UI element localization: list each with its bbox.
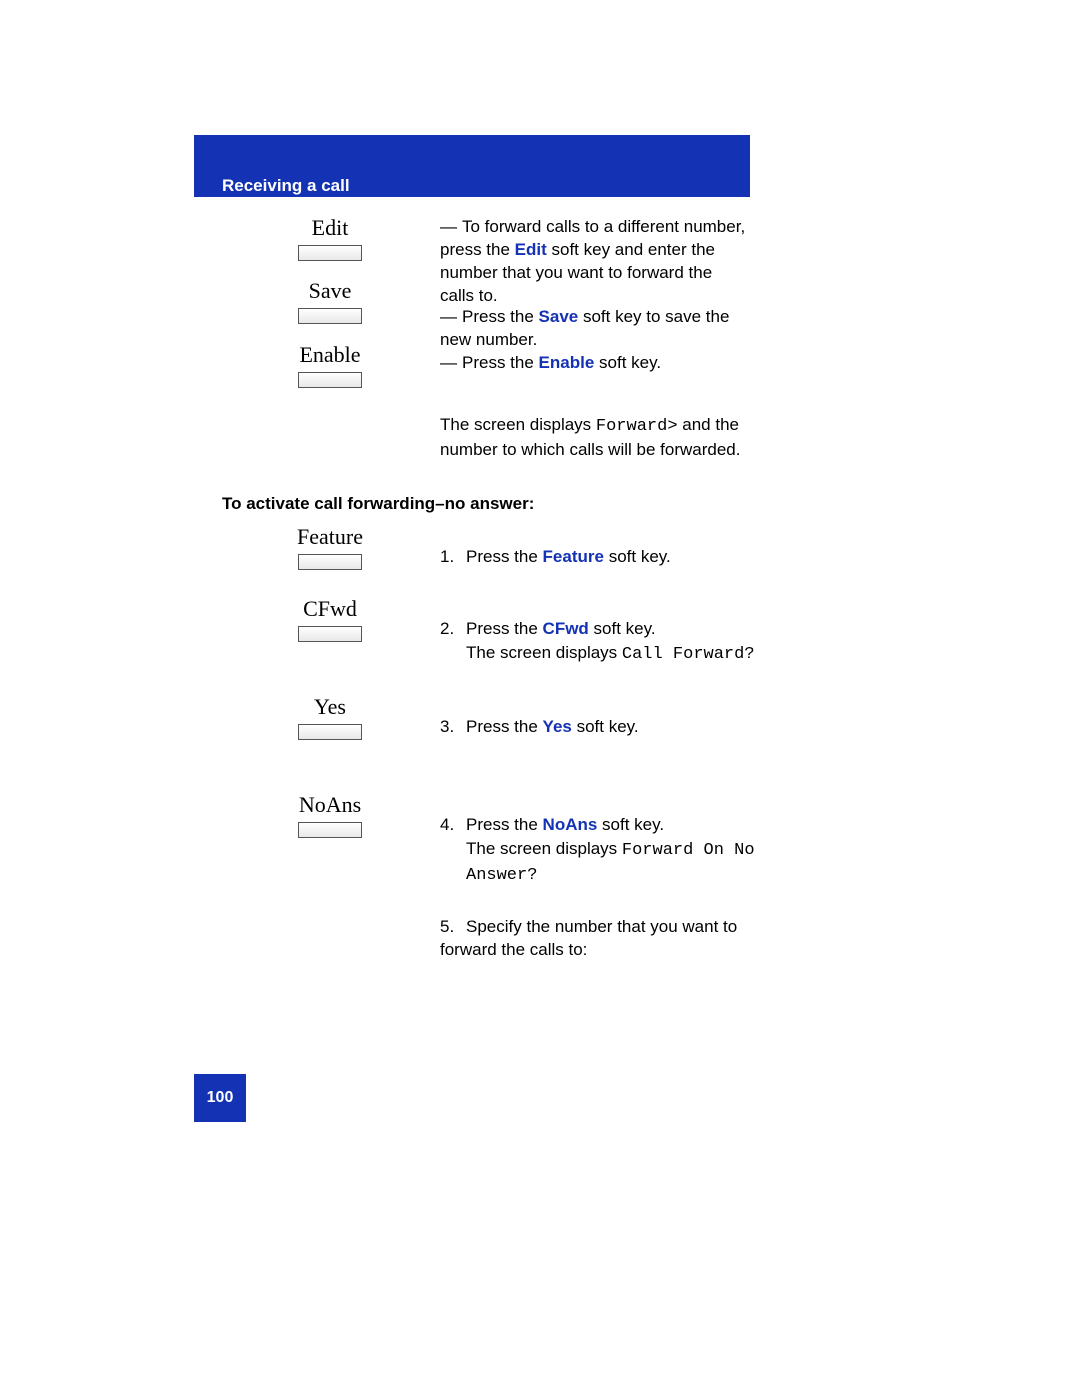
screen-note-pre: The screen displays [440, 415, 596, 434]
step-3: 3.Press the Yes soft key. [440, 716, 750, 739]
softkey-enable-box [298, 372, 362, 388]
step-1: 1.Press the Feature soft key. [440, 546, 750, 569]
manual-page: Receiving a call Edit Save Enable —To fo… [0, 0, 1080, 1397]
step-2-screen-pre: The screen displays [466, 643, 622, 662]
page-number-box: 100 [194, 1074, 246, 1122]
step-3-post: soft key. [572, 717, 639, 736]
bullet-enable-key: Enable [539, 353, 595, 372]
step-5-num: 5. [440, 916, 466, 939]
softkey-edit-label: Edit [290, 215, 370, 241]
softkey-cfwd-label: CFwd [290, 596, 370, 622]
bullet-save: —Press the Save soft key to save the new… [440, 306, 750, 352]
bullet-save-key: Save [539, 307, 579, 326]
softkey-yes-box [298, 724, 362, 740]
header-title: Receiving a call [222, 176, 350, 196]
softkey-cfwd: CFwd [290, 596, 370, 642]
step-2: 2.Press the CFwd soft key. [440, 618, 750, 641]
screen-note: The screen displays Forward> and the num… [440, 414, 760, 462]
softkey-cfwd-box [298, 626, 362, 642]
softkey-noans: NoAns [290, 792, 370, 838]
softkey-yes: Yes [290, 694, 370, 740]
step-5-text: Specify the number that you want to forw… [440, 917, 737, 959]
softkey-save: Save [290, 278, 370, 324]
softkey-yes-label: Yes [290, 694, 370, 720]
step-3-pre: Press the [466, 717, 543, 736]
step-1-key: Feature [543, 547, 604, 566]
step-4-pre: Press the [466, 815, 543, 834]
step-4-post: soft key. [597, 815, 664, 834]
softkey-noans-box [298, 822, 362, 838]
softkey-edit: Edit [290, 215, 370, 261]
step-2-num: 2. [440, 618, 466, 641]
step-4-num: 4. [440, 814, 466, 837]
step-5: 5.Specify the number that you want to fo… [440, 916, 750, 962]
bullet-enable-pre: Press the [462, 353, 539, 372]
step-3-key: Yes [543, 717, 572, 736]
step-4-screen-pre: The screen displays [466, 839, 622, 858]
step-1-pre: Press the [466, 547, 543, 566]
step-4-key: NoAns [543, 815, 598, 834]
step-1-num: 1. [440, 546, 466, 569]
bullet-enable-post: soft key. [594, 353, 661, 372]
softkey-enable: Enable [290, 342, 370, 388]
step-2-pre: Press the [466, 619, 543, 638]
bullet-save-pre: Press the [462, 307, 539, 326]
step-2-screen: The screen displays Call Forward? [466, 642, 766, 667]
step-2-post: soft key. [589, 619, 656, 638]
softkey-save-box [298, 308, 362, 324]
softkey-feature: Feature [290, 524, 370, 570]
section-title: To activate call forwarding–no answer: [222, 494, 534, 514]
bullet-edit-key: Edit [515, 240, 547, 259]
bullet-edit: —To forward calls to a different number,… [440, 216, 750, 308]
softkey-edit-box [298, 245, 362, 261]
bullet-enable: —Press the Enable soft key. [440, 352, 750, 375]
step-3-num: 3. [440, 716, 466, 739]
softkey-feature-label: Feature [290, 524, 370, 550]
softkey-enable-label: Enable [290, 342, 370, 368]
step-2-screen-code: Call Forward? [622, 645, 755, 664]
page-number: 100 [207, 1089, 234, 1107]
softkey-save-label: Save [290, 278, 370, 304]
step-4: 4.Press the NoAns soft key. [440, 814, 750, 837]
softkey-noans-label: NoAns [290, 792, 370, 818]
step-2-key: CFwd [543, 619, 589, 638]
screen-note-code: Forward> [596, 417, 678, 436]
softkey-feature-box [298, 554, 362, 570]
step-4-screen: The screen displays Forward On No Answer… [466, 838, 756, 888]
step-1-post: soft key. [604, 547, 671, 566]
